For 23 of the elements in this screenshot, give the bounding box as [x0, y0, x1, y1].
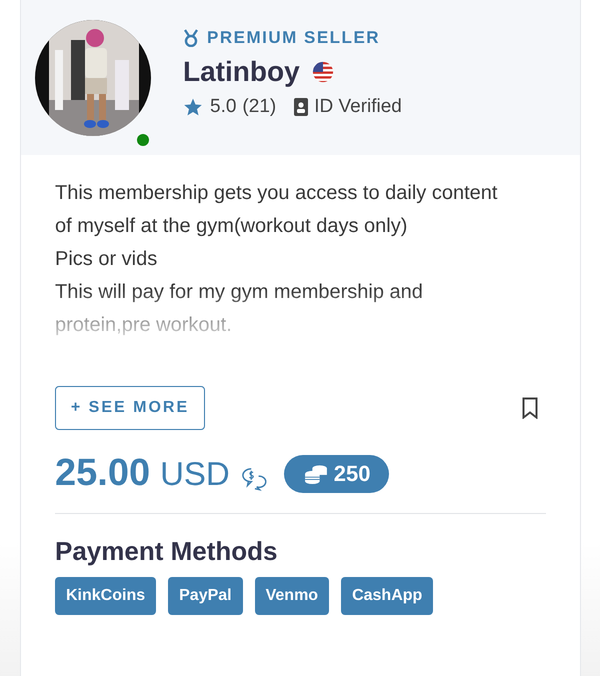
price-amount: 25.00: [55, 452, 150, 495]
see-more-button[interactable]: + SEE MORE: [55, 386, 205, 430]
section-title: Payment Methods: [55, 536, 278, 567]
payment-method-tag: KinkCoins: [55, 577, 156, 615]
description-text: Pics or vids: [55, 247, 158, 272]
payment-method-tag: PayPal: [168, 577, 243, 615]
coins-icon: [304, 464, 328, 484]
description-text: This membership gets you access to daily content of myself at the gym(workout days only): [55, 181, 498, 239]
verification-label: ID Verified: [314, 96, 402, 118]
medal-icon: [183, 28, 199, 46]
description-text: This will pay for my gym membership and protein,pre workout.: [55, 280, 424, 338]
price-currency: USD: [160, 454, 230, 492]
rating: 5.0: [210, 96, 236, 118]
flag-icon: [312, 60, 334, 82]
payment-method-tag: Venmo: [254, 577, 330, 615]
id-card-icon: [294, 98, 308, 116]
seller-name: Latinboy: [183, 56, 300, 88]
payment-method-tag: CashApp: [341, 577, 434, 615]
coin-price-badge: 250: [284, 454, 388, 492]
star-icon: [183, 96, 203, 116]
seller-tier-label: PREMIUM SELLER: [207, 28, 380, 48]
bookmark-icon[interactable]: [522, 397, 538, 419]
review-count: (21): [242, 96, 276, 118]
